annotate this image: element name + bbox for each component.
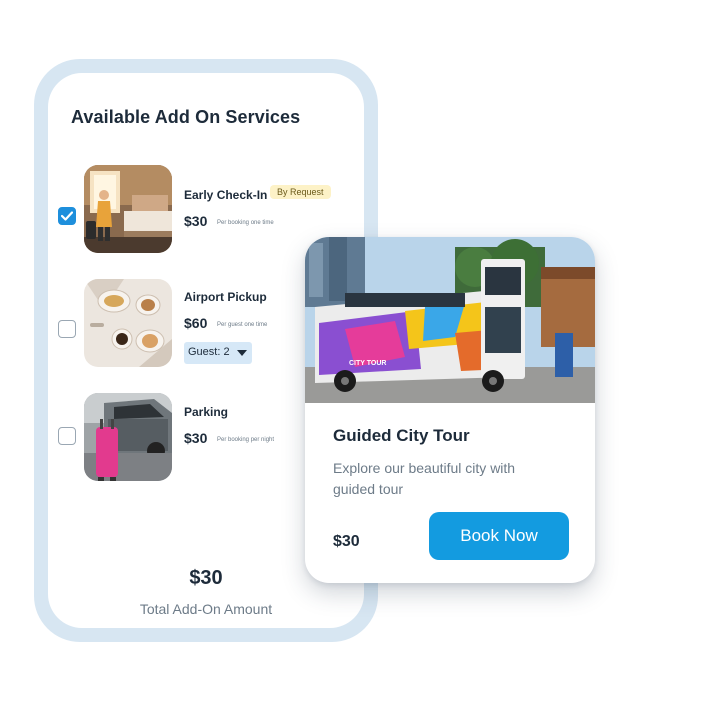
parking-checkbox[interactable]: [58, 427, 76, 445]
city-tour-bus-image: CITY TOUR: [305, 237, 595, 403]
airport-pickup-image: [84, 279, 172, 367]
addon-name: Early Check-In: [184, 188, 268, 202]
by-request-badge: By Request: [270, 185, 331, 199]
parking-image: [84, 393, 172, 481]
addon-price-note: Per booking per night: [217, 437, 275, 443]
book-now-button[interactable]: Book Now: [429, 512, 569, 560]
checkmark-icon: [61, 211, 73, 221]
addon-price: $60: [184, 315, 208, 331]
tour-card: CITY TOUR Guided City Tour Explore our b…: [305, 237, 595, 583]
early-check-in-image: [84, 165, 172, 253]
tour-title: Guided City Tour: [333, 426, 470, 445]
chevron-down-icon: [237, 350, 247, 356]
addon-price: $30: [184, 430, 208, 446]
guest-select-value: Guest: 2: [188, 346, 230, 358]
addon-price: $30: [184, 213, 208, 229]
bus-sign-text: CITY TOUR: [349, 360, 386, 367]
tour-price: $30: [333, 533, 360, 550]
addon-name: Parking: [184, 405, 229, 419]
addon-price-note: Per guest one time: [217, 322, 268, 328]
panel-title: Available Add On Services: [71, 107, 301, 127]
addon-price-note: Per booking one time: [217, 220, 274, 226]
addon-name: Airport Pickup: [184, 290, 267, 304]
total-label: Total Add-On Amount: [139, 601, 273, 617]
early-check-in-checkbox[interactable]: [58, 207, 76, 225]
guest-select[interactable]: Guest: 2: [184, 342, 252, 364]
airport-pickup-checkbox[interactable]: [58, 320, 76, 338]
tour-description: Explore our beautiful city with guided t…: [333, 460, 516, 497]
